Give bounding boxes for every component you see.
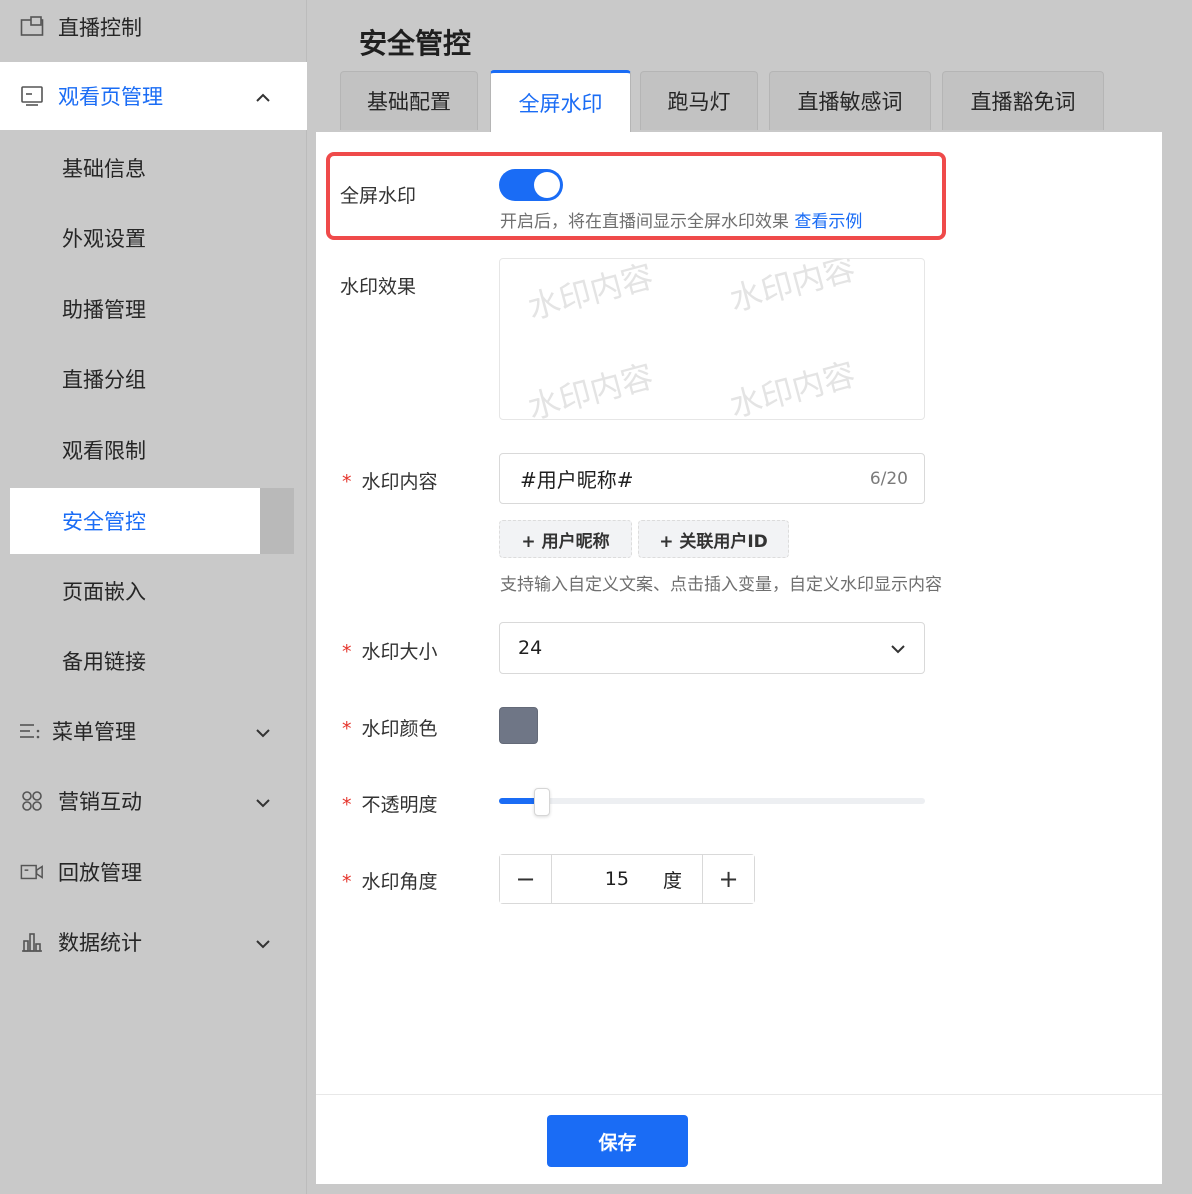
sidebar-item-label: 菜单管理 [52, 720, 136, 744]
sidebar-item-label: 回放管理 [58, 861, 142, 885]
sidebar-subitem-appearance[interactable]: 外观设置 [10, 205, 294, 271]
decrement-button[interactable]: − [500, 855, 552, 903]
sidebar-subitem-assistant[interactable]: 助播管理 [10, 276, 294, 342]
sidebar-item-marketing[interactable]: 营销互动 [0, 768, 307, 834]
preview-watermark-text: 水印内容 [523, 357, 658, 420]
angle-unit: 度 [662, 869, 682, 892]
angle-label: * 水印角度 [342, 871, 438, 893]
tab-sensitive-words[interactable]: 直播敏感词 [769, 71, 931, 130]
insert-nickname-button[interactable]: + 用户昵称 [499, 520, 632, 558]
sidebar-item-live-control[interactable]: 直播控制 [0, 0, 307, 60]
video-camera-icon [20, 860, 44, 884]
content-input[interactable]: #用户昵称# 6/20 [499, 453, 925, 504]
tab-basic-config[interactable]: 基础配置 [340, 71, 478, 130]
slider-handle[interactable] [534, 788, 550, 816]
chevron-down-icon [255, 930, 271, 954]
required-mark: * [342, 718, 352, 740]
sidebar-item-label: 直播控制 [58, 16, 142, 40]
sidebar-item-statistics[interactable]: 数据统计 [0, 909, 307, 975]
fullscreen-watermark-label: 全屏水印 [340, 185, 417, 207]
increment-button[interactable]: + [702, 855, 754, 903]
sidebar-subitem-embed[interactable]: 页面嵌入 [10, 558, 294, 624]
sidebar-item-watch-page[interactable]: 观看页管理 [0, 62, 307, 130]
view-example-link[interactable]: 查看示例 [794, 212, 862, 232]
apps-icon [20, 789, 44, 813]
tab-exempt-words[interactable]: 直播豁免词 [942, 71, 1104, 130]
size-select[interactable]: 24 [499, 622, 925, 674]
chevron-down-icon [255, 789, 271, 813]
tab-marquee[interactable]: 跑马灯 [640, 71, 758, 130]
effect-label: 水印效果 [340, 276, 417, 298]
required-mark: * [342, 641, 352, 663]
content-label: * 水印内容 [342, 471, 438, 493]
toggle-knob [534, 172, 560, 198]
save-button[interactable]: 保存 [547, 1115, 688, 1167]
sidebar-item-label: 数据统计 [58, 931, 142, 955]
sidebar-subitem-live-group[interactable]: 直播分组 [10, 346, 294, 412]
opacity-label: * 不透明度 [342, 794, 438, 816]
sidebar-item-menu[interactable]: 菜单管理 [0, 698, 307, 764]
size-value: 24 [518, 637, 543, 659]
sidebar-subitem-basic-info[interactable]: 基础信息 [10, 135, 294, 201]
required-mark: * [342, 794, 352, 816]
sidebar-subitem-watch-limit[interactable]: 观看限制 [10, 417, 294, 483]
watermark-preview: 水印内容 水印内容 水印内容 水印内容 [499, 258, 925, 420]
fullscreen-hint: 开启后，将在直播间显示全屏水印效果 查看示例 [500, 212, 863, 232]
tab-fullscreen-watermark[interactable]: 全屏水印 [490, 70, 631, 132]
preview-watermark-text: 水印内容 [523, 258, 658, 327]
list-icon [18, 719, 42, 743]
page-title: 安全管控 [359, 27, 472, 60]
angle-value: 15 [604, 868, 629, 890]
fullscreen-watermark-toggle[interactable] [499, 169, 563, 201]
screen-icon [20, 15, 44, 39]
preview-watermark-text: 水印内容 [725, 258, 860, 319]
sidebar-subitem-security[interactable]: 安全管控 [10, 488, 294, 554]
monitor-icon [20, 84, 44, 108]
sidebar-subitem-backup-link[interactable]: 备用链接 [10, 628, 294, 694]
preview-watermark-text: 水印内容 [725, 355, 860, 420]
footer-divider [316, 1094, 1162, 1095]
required-mark: * [342, 871, 352, 893]
sidebar: 直播控制 观看页管理 基础信息 外观设置 助播管理 直播分组 观看限制 安全管控… [0, 0, 307, 1194]
sidebar-item-label: 营销互动 [58, 790, 142, 814]
required-mark: * [342, 471, 352, 493]
content-value: #用户昵称# [520, 468, 634, 492]
color-picker[interactable] [499, 707, 538, 744]
sidebar-item-label: 观看页管理 [58, 85, 163, 109]
opacity-slider[interactable] [499, 798, 925, 804]
angle-stepper: − 15 度 + [499, 854, 755, 904]
chevron-down-icon [890, 637, 906, 659]
insert-userid-button[interactable]: + 关联用户ID [638, 520, 789, 558]
bar-chart-icon [20, 930, 44, 954]
angle-input[interactable]: 15 度 [552, 855, 702, 903]
content-hint: 支持输入自定义文案、点击插入变量，自定义水印显示内容 [500, 575, 942, 595]
char-count: 6/20 [869, 468, 908, 489]
chevron-up-icon [255, 84, 271, 108]
sidebar-item-playback[interactable]: 回放管理 [0, 839, 307, 905]
color-label: * 水印颜色 [342, 718, 438, 740]
size-label: * 水印大小 [342, 641, 438, 663]
chevron-down-icon [255, 719, 271, 743]
